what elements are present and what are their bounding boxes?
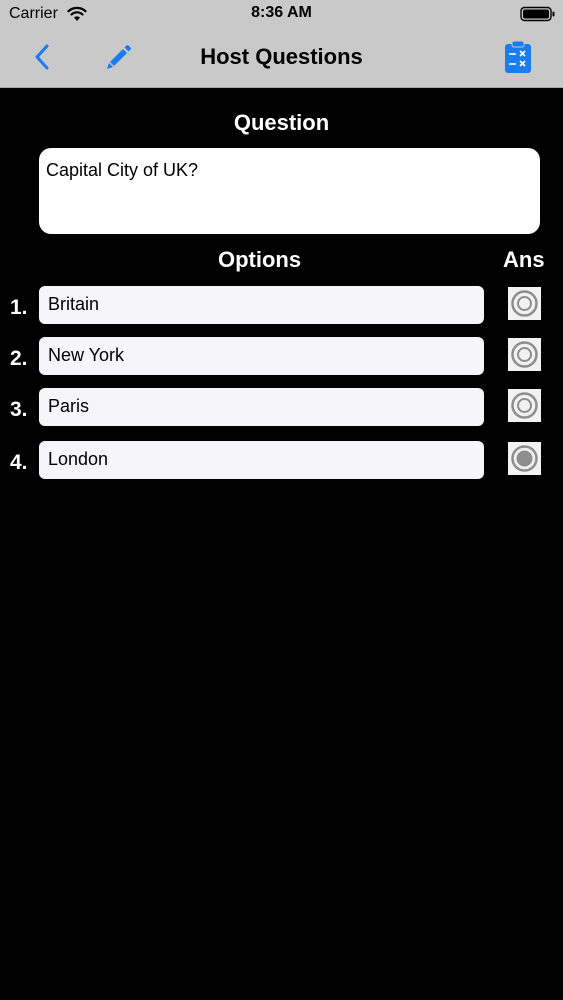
options-heading: Options bbox=[218, 247, 302, 272]
answer-heading: Ans bbox=[503, 247, 545, 272]
option-row-4: 4. London bbox=[0, 441, 563, 481]
question-heading: Question bbox=[233, 110, 330, 135]
status-time: 8:36 AM bbox=[251, 4, 312, 21]
question-text-area[interactable]: Capital City of UK? bbox=[39, 148, 540, 234]
option-row-3: 3. Paris bbox=[0, 388, 563, 428]
option-number: 4. bbox=[10, 451, 28, 474]
option-row-1: 1. Britain bbox=[0, 286, 563, 326]
answer-radio-icon[interactable] bbox=[508, 338, 541, 371]
battery-icon bbox=[520, 6, 555, 22]
option-field[interactable]: London bbox=[39, 441, 484, 479]
option-row-2: 2. New York bbox=[0, 337, 563, 377]
answer-radio-icon[interactable] bbox=[508, 389, 541, 422]
host-questions-screen: Carrier 8:36 AM Host Questions Question … bbox=[0, 0, 563, 1000]
option-number: 1. bbox=[10, 296, 28, 319]
answer-radio-icon[interactable] bbox=[508, 287, 541, 320]
option-number: 2. bbox=[10, 347, 28, 370]
option-number: 3. bbox=[10, 398, 28, 421]
navigation-bar: Carrier 8:36 AM Host Questions bbox=[0, 0, 563, 88]
answer-radio-selected-icon[interactable] bbox=[508, 442, 541, 475]
clipboard-icon[interactable] bbox=[503, 40, 533, 74]
option-field[interactable]: New York bbox=[39, 337, 484, 375]
option-field[interactable]: Britain bbox=[39, 286, 484, 324]
page-title: Host Questions bbox=[200, 44, 363, 69]
option-field[interactable]: Paris bbox=[39, 388, 484, 426]
